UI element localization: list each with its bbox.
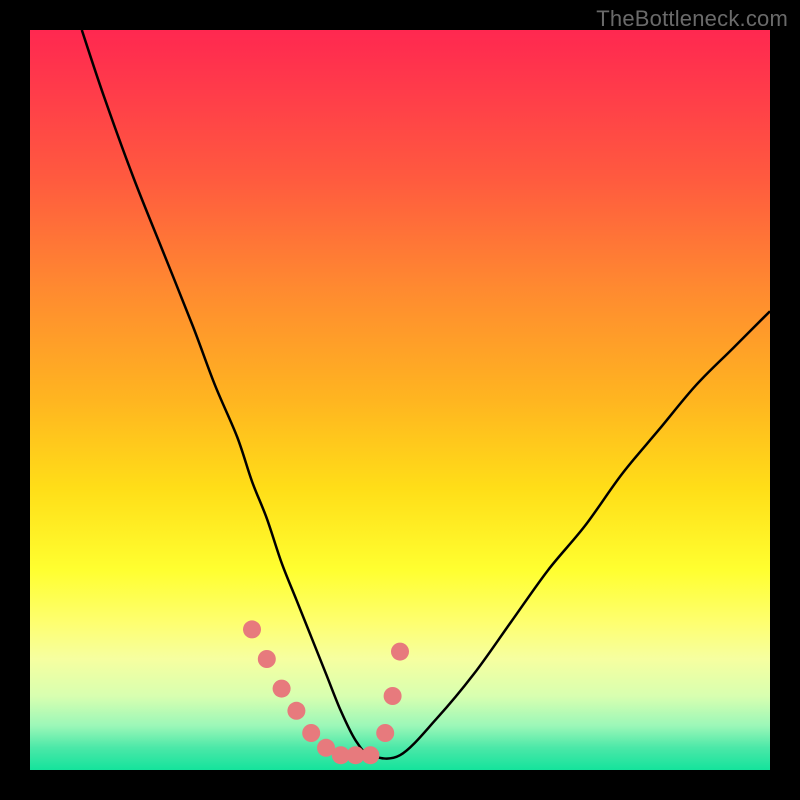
chart-svg xyxy=(30,30,770,770)
marker-dot xyxy=(376,724,394,742)
bottleneck-curve xyxy=(82,30,770,759)
marker-dot xyxy=(302,724,320,742)
marker-dot xyxy=(243,620,261,638)
curve-layer xyxy=(82,30,770,759)
marker-dot xyxy=(384,687,402,705)
marker-dot xyxy=(287,702,305,720)
marker-dot xyxy=(258,650,276,668)
chart-frame: TheBottleneck.com xyxy=(0,0,800,800)
marker-layer xyxy=(243,620,409,764)
watermark-text: TheBottleneck.com xyxy=(596,6,788,32)
marker-dot xyxy=(273,680,291,698)
marker-dot xyxy=(391,643,409,661)
plot-area xyxy=(30,30,770,770)
marker-dot xyxy=(361,746,379,764)
